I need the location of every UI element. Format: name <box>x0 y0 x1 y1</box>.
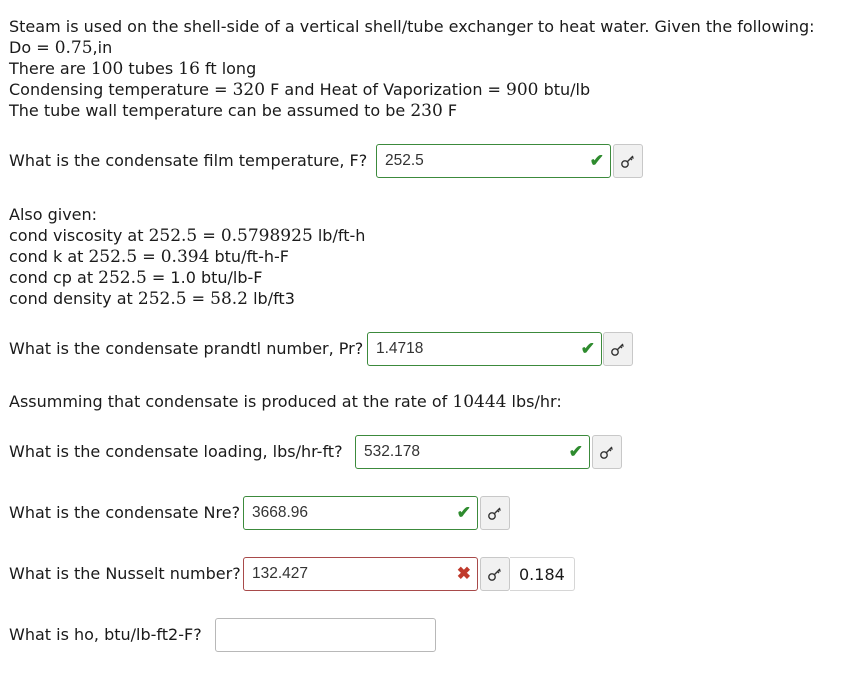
intro-line-4: Condensing temperature = 320 F and Heat … <box>9 80 590 100</box>
show-answer-button[interactable] <box>603 332 633 366</box>
given-text: cond k at <box>9 247 89 266</box>
question-6-label: What is ho, btu/lb-ft2-F? <box>9 625 202 644</box>
given-k: cond k at 252.5 = 0.394 btu/ft-h-F <box>9 247 289 267</box>
given-text: cond density at <box>9 289 138 308</box>
math-value: 900 <box>506 80 539 100</box>
intro-text: The tube wall temperature can be assumed… <box>9 101 411 120</box>
show-answer-button[interactable] <box>592 435 622 469</box>
math-value: 230 <box>410 101 443 121</box>
answer-value: 132.427 <box>252 565 309 582</box>
answer-input-6[interactable] <box>215 618 436 652</box>
key-icon <box>488 568 501 581</box>
math-value: 16 <box>178 59 200 79</box>
math-value: 0.75 <box>54 38 93 58</box>
math-value: 0.5798925 <box>220 226 313 246</box>
given-text: lb/ft3 <box>248 289 295 308</box>
show-answer-button[interactable] <box>613 144 643 178</box>
given-text: = <box>137 247 161 266</box>
rate-text: lbs/hr: <box>506 392 562 411</box>
intro-text: F <box>442 101 458 120</box>
question-3-label: What is the condensate loading, lbs/hr-f… <box>9 442 343 461</box>
answer-value: 3668.96 <box>252 504 309 521</box>
math-value: 252.5 <box>137 289 187 309</box>
math-value: 252.5 <box>98 268 147 288</box>
given-text: cond cp at <box>9 268 99 287</box>
intro-text: F and Heat of Vaporization = <box>265 80 507 99</box>
math-value: 320 <box>232 80 266 100</box>
check-icon: ✔ <box>589 151 604 170</box>
rate-statement: Assumming that condensate is produced at… <box>9 392 562 412</box>
given-cp: cond cp at 252.5 = 1.0 btu/lb-F <box>9 268 263 288</box>
given-text: = <box>197 226 221 245</box>
math-value: 58.2 <box>210 289 248 309</box>
answer-value: 1.4718 <box>376 340 424 357</box>
math-value: 252.5 <box>148 226 198 246</box>
check-icon: ✔ <box>580 339 595 358</box>
intro-text: tubes <box>123 59 179 78</box>
question-5-label: What is the Nusselt number? <box>9 564 241 583</box>
given-viscosity: cond viscosity at 252.5 = 0.5798925 lb/f… <box>9 226 365 246</box>
key-icon <box>488 507 501 520</box>
intro-line-1: Steam is used on the shell-side of a ver… <box>9 17 815 36</box>
answer-input-4[interactable]: 3668.96 ✔ <box>243 496 478 530</box>
intro-line-5: The tube wall temperature can be assumed… <box>9 101 457 121</box>
given-text: = 1.0 btu/lb-F <box>146 268 263 287</box>
question-4-label: What is the condensate Nre? <box>9 503 241 522</box>
answer-input-1[interactable]: 252.5 ✔ <box>376 144 611 178</box>
cross-icon: ✖ <box>456 564 471 583</box>
given-text: lb/ft-h <box>312 226 366 245</box>
show-answer-button[interactable] <box>480 557 510 591</box>
math-value: 252.5 <box>88 247 138 267</box>
given-text: cond viscosity at <box>9 226 149 245</box>
math-value: 100 <box>90 59 124 79</box>
intro-text: There are <box>9 59 91 78</box>
show-answer-button[interactable] <box>480 496 510 530</box>
math-value: 10444 <box>452 392 507 412</box>
intro-text: ft long <box>199 59 257 78</box>
given-density: cond density at 252.5 = 58.2 lb/ft3 <box>9 289 295 309</box>
score-badge: 0.184 <box>510 557 575 591</box>
given-text: btu/ft-h-F <box>209 247 289 266</box>
rate-text: Assumming that condensate is produced at… <box>9 392 453 411</box>
intro-text: Condensing temperature = <box>9 80 233 99</box>
also-given-title: Also given: <box>9 205 98 224</box>
answer-input-5[interactable]: 132.427 ✖ <box>243 557 478 591</box>
key-icon <box>600 446 613 459</box>
key-icon <box>611 343 624 356</box>
check-icon: ✔ <box>568 442 583 461</box>
intro-text: btu/lb <box>538 80 591 99</box>
question-1-label: What is the condensate film temperature,… <box>9 151 368 170</box>
intro-line-3: There are 100 tubes 16 ft long <box>9 59 256 79</box>
key-icon <box>621 155 634 168</box>
intro-line-2: Do = 0.75,in <box>9 38 112 58</box>
intro-text: ,in <box>92 38 113 57</box>
answer-value: 252.5 <box>385 152 424 169</box>
check-icon: ✔ <box>456 503 471 522</box>
question-2-label: What is the condensate prandtl number, P… <box>9 339 364 358</box>
math-value: 0.394 <box>160 247 210 267</box>
answer-input-3[interactable]: 532.178 ✔ <box>355 435 590 469</box>
answer-value: 532.178 <box>364 443 421 460</box>
answer-input-2[interactable]: 1.4718 ✔ <box>367 332 602 366</box>
given-text: = <box>186 289 211 308</box>
intro-text: Do = <box>9 38 55 57</box>
